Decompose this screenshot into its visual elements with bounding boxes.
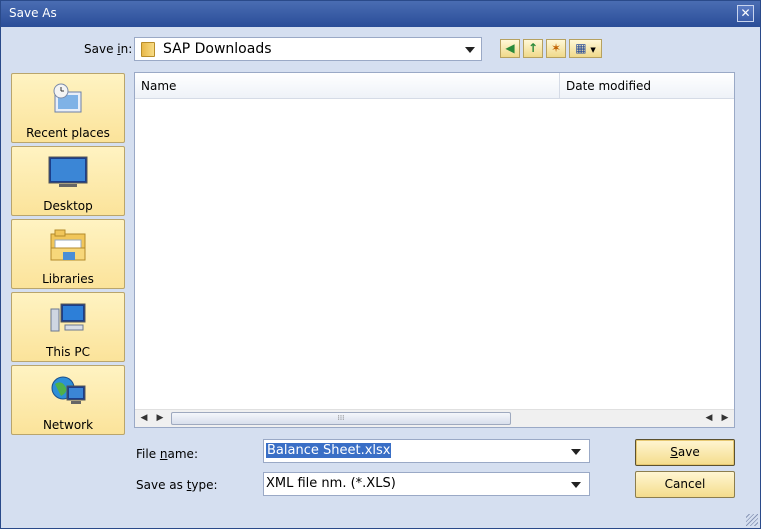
back-icon: ◀ <box>505 41 515 55</box>
column-header-date-modified[interactable]: Date modified <box>560 73 734 99</box>
save-in-dropdown[interactable]: SAP Downloads <box>134 37 482 61</box>
network-icon <box>51 376 86 404</box>
place-libraries[interactable]: Libraries <box>11 219 125 289</box>
place-label: Libraries <box>42 272 94 286</box>
scroll-right-button[interactable]: ▶ <box>153 410 167 427</box>
resize-grip-icon[interactable] <box>746 514 758 526</box>
close-icon: ✕ <box>740 6 751 20</box>
save-button[interactable]: Save <box>635 439 735 466</box>
place-network[interactable]: Network <box>11 365 125 435</box>
chevron-down-icon <box>571 482 581 488</box>
folder-icon <box>141 42 155 57</box>
back-button[interactable]: ◀ <box>500 39 520 58</box>
scrollbar-thumb[interactable]: ⁞⁞⁞ <box>171 412 511 425</box>
file-name-value: Balance Sheet.xlsx <box>266 443 392 458</box>
recent-places-icon <box>53 83 82 113</box>
place-label: This PC <box>46 345 90 359</box>
title-bar[interactable]: Save As ✕ <box>1 1 760 27</box>
column-header-name[interactable]: Name <box>135 73 559 99</box>
horizontal-scrollbar[interactable]: ◀ ▶ ⁞⁞⁞ ◀ ▶ <box>135 409 734 427</box>
place-label: Recent places <box>26 126 110 140</box>
up-folder-icon: ↑ <box>527 41 539 55</box>
file-name-label: File name: <box>136 447 198 461</box>
place-label: Desktop <box>43 199 93 213</box>
place-label: Network <box>42 418 94 432</box>
view-menu-button[interactable]: ▦ ▼ <box>569 39 602 58</box>
grip-icon: ⁞⁞⁞ <box>337 414 345 422</box>
file-name-field[interactable]: Balance Sheet.xlsx <box>263 439 590 463</box>
save-in-value: SAP Downloads <box>163 41 272 57</box>
view-menu-icon: ▦ <box>575 41 587 55</box>
scroll-left-button[interactable]: ◀ <box>137 410 151 427</box>
file-list[interactable]: Name Date modified ◀ ▶ ⁞⁞⁞ ◀ ▶ <box>134 72 735 428</box>
cancel-button[interactable]: Cancel <box>635 471 735 498</box>
save-as-type-label: Save as type: <box>136 478 218 492</box>
new-folder-icon: ✶ <box>550 41 562 55</box>
libraries-icon <box>50 229 86 261</box>
save-as-dialog: Save As ✕ Save in: SAP Downloads ◀ ↑ ✶ ▦… <box>0 0 761 529</box>
scroll-right-button[interactable]: ▶ <box>718 410 732 427</box>
place-this-pc[interactable]: This PC <box>11 292 125 362</box>
place-recent-places[interactable]: Recent places <box>11 73 125 143</box>
save-in-label: Save in: <box>84 42 133 56</box>
save-as-type-dropdown[interactable]: XML file nm. (*.XLS) <box>263 472 590 496</box>
chevron-down-icon: ▼ <box>590 46 596 54</box>
chevron-down-icon[interactable] <box>571 449 581 455</box>
chevron-down-icon <box>465 47 475 53</box>
window-title: Save As <box>9 6 57 20</box>
place-desktop[interactable]: Desktop <box>11 146 125 216</box>
computer-icon <box>50 303 86 332</box>
scroll-left-button[interactable]: ◀ <box>702 410 716 427</box>
save-as-type-value: XML file nm. (*.XLS) <box>266 476 396 491</box>
desktop-icon <box>48 156 88 187</box>
close-button[interactable]: ✕ <box>737 5 754 22</box>
new-folder-button[interactable]: ✶ <box>546 39 566 58</box>
file-list-header: Name Date modified <box>135 73 734 99</box>
up-folder-button[interactable]: ↑ <box>523 39 543 58</box>
